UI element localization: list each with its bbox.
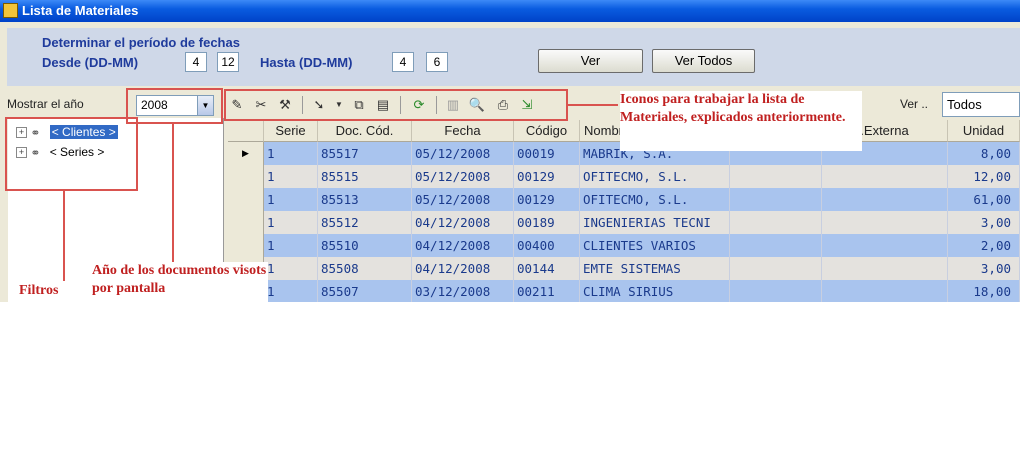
ver-todos-button[interactable]: Ver Todos — [652, 49, 755, 73]
table-cell — [822, 280, 948, 302]
toolbar-highlight — [224, 89, 568, 121]
window-title: Lista de Materiales — [22, 3, 139, 18]
table-cell: 85515 — [318, 165, 412, 188]
filter-select[interactable]: Todos — [942, 92, 1020, 117]
row-indicator[interactable] — [228, 188, 264, 211]
table-cell — [822, 188, 948, 211]
table-cell: CLIMA SIRIUS — [580, 280, 730, 302]
table-cell — [822, 234, 948, 257]
table-cell: 04/12/2008 — [412, 211, 514, 234]
table-cell: 00019 — [514, 142, 580, 165]
icons-annotation: Iconos para trabajar la lista de Materia… — [620, 91, 862, 151]
current-row-arrow-icon[interactable]: ▶ — [228, 142, 264, 165]
app-window: Lista de Materiales Determinar el períod… — [0, 0, 1020, 302]
table-row[interactable]: 1 85515 05/12/2008 00129 OFITECMO, S.L. 12,00 — [228, 165, 1020, 188]
table-cell: 85510 — [318, 234, 412, 257]
table-cell: 00211 — [514, 280, 580, 302]
annotation-line — [568, 104, 618, 106]
hasta-month-input[interactable]: 6 — [426, 52, 448, 72]
desde-day-input[interactable]: 4 — [185, 52, 207, 72]
table-cell — [822, 165, 948, 188]
table-cell: 12,00 — [948, 165, 1020, 188]
table-cell: 04/12/2008 — [412, 257, 514, 280]
table-cell: 00129 — [514, 188, 580, 211]
period-heading: Determinar el período de fechas — [42, 35, 240, 50]
filters-highlight — [5, 117, 138, 191]
app-icon — [3, 3, 18, 18]
table-cell: OFITECMO, S.L. — [580, 188, 730, 211]
table-cell — [822, 257, 948, 280]
table-cell: 1 — [264, 280, 318, 302]
table-cell: 85507 — [318, 280, 412, 302]
table-row[interactable]: 1 85510 04/12/2008 00400 CLIENTES VARIOS 2,00 — [228, 234, 1020, 257]
table-cell: 00189 — [514, 211, 580, 234]
table-cell: 3,00 — [948, 257, 1020, 280]
table-cell: 1 — [264, 142, 318, 165]
table-cell — [822, 211, 948, 234]
table-cell: INGENIERIAS TECNI — [580, 211, 730, 234]
table-cell: OFITECMO, S.L. — [580, 165, 730, 188]
table-cell: 1 — [264, 257, 318, 280]
column-header[interactable]: Unidad — [948, 120, 1020, 142]
filters-annotation: Filtros — [19, 282, 71, 302]
desde-label: Desde (DD-MM) — [42, 55, 139, 70]
year-highlight — [126, 88, 223, 124]
table-cell — [730, 257, 822, 280]
column-header[interactable]: Fecha — [412, 120, 514, 142]
table-cell — [730, 165, 822, 188]
table-row[interactable]: 1 85507 03/12/2008 00211 CLIMA SIRIUS 18,00 — [228, 280, 1020, 302]
table-cell: 00144 — [514, 257, 580, 280]
table-cell: 05/12/2008 — [412, 142, 514, 165]
table-cell: 85517 — [318, 142, 412, 165]
column-header[interactable]: Serie — [264, 120, 318, 142]
table-cell: 61,00 — [948, 188, 1020, 211]
table-row[interactable]: 1 85512 04/12/2008 00189 INGENIERIAS TECNI 3,… — [228, 211, 1020, 234]
table-cell: 1 — [264, 211, 318, 234]
table-cell: 05/12/2008 — [412, 188, 514, 211]
table-row[interactable]: 1 85513 05/12/2008 00129 OFITECMO, S.L. 61,00 — [228, 188, 1020, 211]
table-cell: EMTE SISTEMAS — [580, 257, 730, 280]
table-cell — [730, 188, 822, 211]
year-label: Mostrar el año — [7, 97, 84, 111]
desde-month-input[interactable]: 12 — [217, 52, 239, 72]
table-cell: 03/12/2008 — [412, 280, 514, 302]
table-cell: 85508 — [318, 257, 412, 280]
row-indicator[interactable] — [228, 211, 264, 234]
table-cell: 04/12/2008 — [412, 234, 514, 257]
table-cell: 18,00 — [948, 280, 1020, 302]
annotation-line — [63, 191, 65, 281]
row-indicator-header — [228, 120, 264, 142]
filter-label: Ver .. — [900, 97, 929, 111]
table-cell: 85512 — [318, 211, 412, 234]
table-cell: 2,00 — [948, 234, 1020, 257]
row-indicator[interactable] — [228, 234, 264, 257]
table-cell: 05/12/2008 — [412, 165, 514, 188]
column-header[interactable]: Código — [514, 120, 580, 142]
table-cell — [730, 280, 822, 302]
table-cell: 8,00 — [948, 142, 1020, 165]
table-cell — [730, 234, 822, 257]
table-cell: 1 — [264, 234, 318, 257]
table-cell: 00129 — [514, 165, 580, 188]
annotation-line — [172, 124, 174, 262]
ver-button[interactable]: Ver — [538, 49, 643, 73]
table-cell: 3,00 — [948, 211, 1020, 234]
hasta-label: Hasta (DD-MM) — [260, 55, 353, 70]
table-cell: 00400 — [514, 234, 580, 257]
hasta-day-input[interactable]: 4 — [392, 52, 414, 72]
table-cell: CLIENTES VARIOS — [580, 234, 730, 257]
title-bar: Lista de Materiales — [0, 0, 1020, 22]
row-indicator[interactable] — [228, 165, 264, 188]
column-header[interactable]: Doc. Cód. — [318, 120, 412, 142]
table-cell — [730, 211, 822, 234]
table-row[interactable]: 1 85508 04/12/2008 00144 EMTE SISTEMAS 3,00 — [228, 257, 1020, 280]
table-cell: 1 — [264, 188, 318, 211]
year-annotation: Año de los documentos visots por pantall… — [92, 262, 268, 302]
table-cell: 85513 — [318, 188, 412, 211]
table-cell: 1 — [264, 165, 318, 188]
